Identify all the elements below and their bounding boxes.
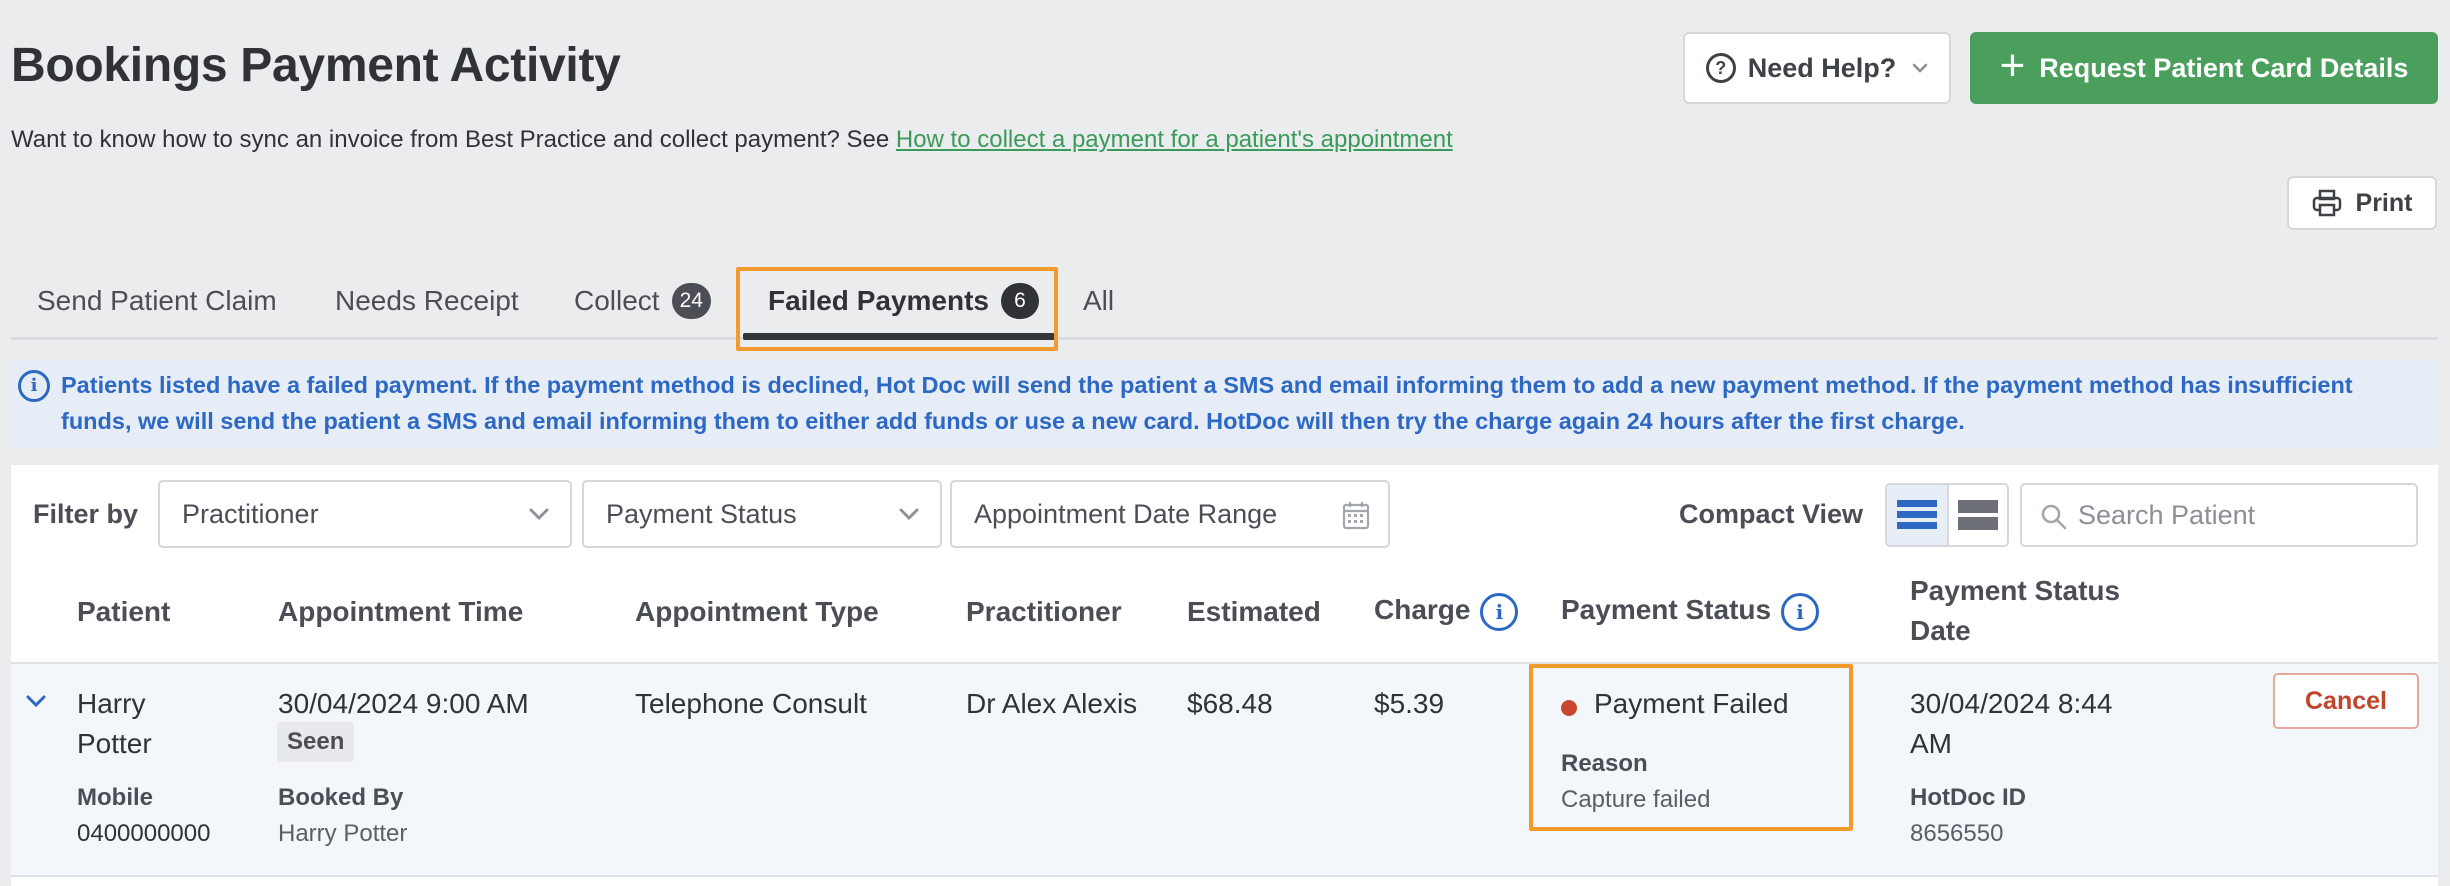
mobile-label: Mobile [77, 784, 153, 811]
payment-status-info-icon[interactable]: i [1781, 592, 1820, 631]
page-title: Bookings Payment Activity [11, 39, 621, 92]
filter-by-label: Filter by [33, 499, 139, 529]
chevron-down-icon [529, 508, 549, 520]
column-header-charge: Charge i [1374, 590, 1519, 631]
patient-first-name: Harry [77, 688, 146, 719]
charge-amount: $5.39 [1374, 688, 1445, 719]
date-range-filter-value: Appointment Date Range [974, 498, 1278, 529]
tab-highlight-box [736, 267, 1058, 351]
payment-status-filter[interactable]: Payment Status [582, 480, 942, 548]
print-button[interactable]: Print [2287, 176, 2437, 230]
compact-view-icon [1958, 500, 1998, 530]
payment-status-header-label: Payment Status [1561, 594, 1772, 625]
list-view-icon [1897, 500, 1937, 529]
tab-send-patient-claim[interactable]: Send Patient Claim [37, 262, 277, 340]
date-range-filter[interactable]: Appointment Date Range [950, 480, 1390, 548]
payment-status-date: 30/04/2024 8:44 AM [1910, 684, 2112, 764]
appointment-time: 30/04/2024 9:00 AM [278, 688, 529, 719]
page: Bookings Payment Activity Want to know h… [0, 0, 2450, 886]
plus-icon: + [1999, 41, 2026, 90]
estimated-amount: $68.48 [1187, 688, 1273, 719]
tab-collect[interactable]: Collect 24 [574, 262, 711, 340]
request-card-details-label: Request Patient Card Details [2039, 52, 2409, 83]
request-card-details-button[interactable]: + Request Patient Card Details [1970, 32, 2438, 104]
expanded-view-button[interactable] [1887, 485, 1947, 545]
seen-badge: Seen [277, 722, 355, 762]
booked-by-label: Booked By [278, 784, 404, 811]
column-header-appointment-time: Appointment Time [278, 596, 524, 627]
question-icon: ? [1705, 53, 1736, 83]
column-header-payment-status: Payment Status i [1561, 590, 1820, 631]
column-header-patient: Patient [77, 596, 171, 627]
hotdoc-id-label: HotDoc ID [1910, 784, 2026, 811]
booked-by-value: Harry Potter [278, 820, 408, 847]
info-banner-text: Patients listed have a failed payment. I… [61, 372, 2353, 434]
payment-status-filter-value: Payment Status [606, 498, 797, 529]
compact-view-label: Compact View [1679, 499, 1864, 529]
hotdoc-id-value: 8656550 [1910, 820, 2004, 847]
tab-label: Needs Receipt [335, 285, 519, 316]
tab-all[interactable]: All [1083, 262, 1114, 340]
charge-info-icon[interactable]: i [1480, 592, 1519, 631]
chevron-down-icon [899, 508, 919, 520]
need-help-label: Need Help? [1747, 52, 1897, 83]
compact-view-button[interactable] [1947, 485, 2007, 545]
column-header-appointment-type: Appointment Type [635, 596, 879, 627]
printer-icon [2312, 189, 2341, 217]
practitioner-filter[interactable]: Practitioner [158, 480, 572, 548]
patient-last-name: Potter [77, 728, 152, 759]
info-icon: i [18, 370, 50, 402]
chevron-down-icon [1913, 63, 1928, 73]
search-patient-input[interactable] [2078, 499, 2416, 531]
tab-label: Collect [574, 285, 660, 316]
appointment-type: Telephone Consult [635, 688, 867, 719]
column-header-payment-status-date: Payment Status Date [1910, 571, 2120, 651]
help-article-link[interactable]: How to collect a payment for a patient's… [896, 126, 1453, 153]
tab-needs-receipt[interactable]: Needs Receipt [335, 262, 519, 340]
chevron-down-icon[interactable] [25, 694, 47, 710]
cancel-button[interactable]: Cancel [2273, 673, 2419, 729]
payment-status-date-header-line2: Date [1910, 615, 1971, 646]
tab-bar: Send Patient Claim Needs Receipt Collect… [11, 262, 2438, 340]
need-help-button[interactable]: ? Need Help? [1683, 32, 1951, 104]
tab-label: All [1083, 285, 1115, 316]
calendar-icon [1342, 502, 1370, 530]
info-banner: i Patients listed have a failed payment.… [11, 360, 2438, 448]
payment-status-highlight-box [1529, 664, 1853, 831]
patient-name: Harry Potter [77, 684, 152, 764]
view-toggle [1885, 483, 2009, 547]
charge-header-label: Charge [1374, 594, 1471, 625]
payments-table-card: Filter by Practitioner Payment Status Ap… [11, 465, 2438, 886]
payment-status-date-line1: 30/04/2024 8:44 [1910, 688, 2113, 719]
tab-label: Send Patient Claim [37, 285, 277, 316]
intro-text: Want to know how to sync an invoice from… [11, 126, 1453, 154]
mobile-number: 0400000000 [77, 820, 211, 847]
column-header-practitioner: Practitioner [966, 596, 1122, 627]
payment-status-date-header-line1: Payment Status [1910, 575, 2121, 606]
search-icon [2041, 504, 2067, 530]
practitioner-name: Dr Alex Alexis [966, 688, 1138, 719]
column-header-estimated: Estimated [1187, 596, 1321, 627]
print-label: Print [2355, 188, 2413, 217]
search-patient-field[interactable] [2020, 483, 2418, 547]
practitioner-filter-value: Practitioner [182, 498, 319, 529]
intro-text-prefix: Want to know how to sync an invoice from… [11, 126, 896, 153]
table-row[interactable]: Harry Potter Mobile 0400000000 30/04/202… [11, 662, 2438, 877]
payment-status-date-line2: AM [1910, 728, 1952, 759]
count-badge: 24 [671, 283, 711, 319]
